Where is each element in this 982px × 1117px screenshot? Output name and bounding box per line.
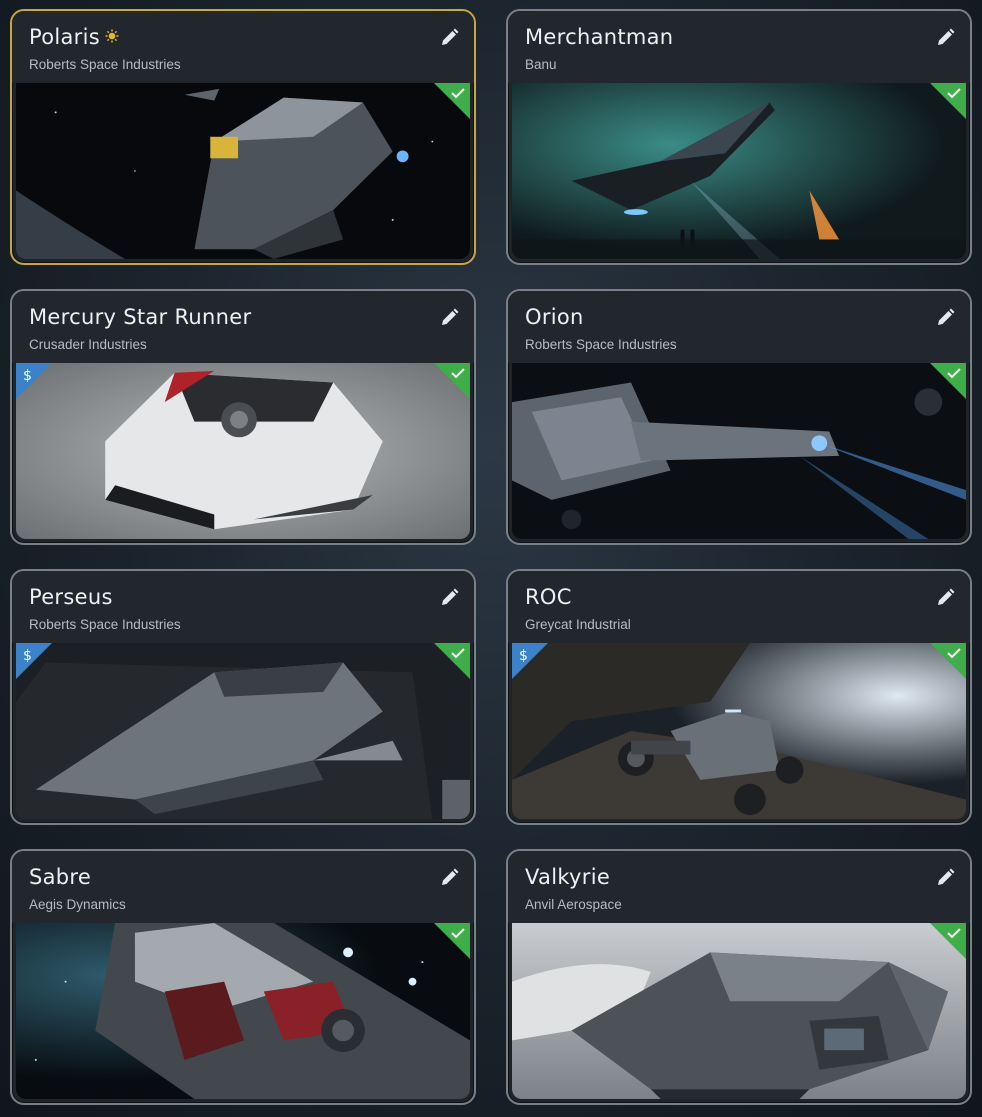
owned-check-badge — [930, 923, 966, 959]
orion-ship-image — [512, 363, 966, 539]
edit-pencil-icon[interactable] — [438, 307, 460, 329]
flagship-star-icon — [105, 29, 119, 43]
card-header: Polaris Roberts Space Industries — [12, 11, 474, 83]
ship-name: Perseus — [29, 585, 113, 609]
ship-card-orion[interactable]: Orion Roberts Space Industries — [506, 289, 972, 545]
edit-pencil-icon[interactable] — [934, 27, 956, 49]
owned-check-badge — [434, 363, 470, 399]
ship-card-valkyrie[interactable]: Valkyrie Anvil Aerospace — [506, 849, 972, 1105]
owned-check-badge — [930, 363, 966, 399]
card-header: Merchantman Banu — [508, 11, 970, 83]
ship-card-roc[interactable]: ROC Greycat Industrial $ — [506, 569, 972, 825]
sabre-ship-image — [16, 923, 470, 1099]
edit-pencil-icon[interactable] — [438, 27, 460, 49]
ship-name: ROC — [525, 585, 572, 609]
svg-text:$: $ — [23, 648, 32, 664]
ship-name: Merchantman — [525, 25, 674, 49]
ship-card-mercury-star-runner[interactable]: Mercury Star Runner Crusader Industries … — [10, 289, 476, 545]
manufacturer-label: Aegis Dynamics — [29, 897, 126, 912]
card-header: Orion Roberts Space Industries — [508, 291, 970, 363]
svg-text:$: $ — [519, 648, 528, 664]
owned-check-badge — [434, 923, 470, 959]
ship-card-merchantman[interactable]: Merchantman Banu — [506, 9, 972, 265]
ship-name: Mercury Star Runner — [29, 305, 252, 329]
ship-grid: Polaris Roberts Space Industries Merchan… — [0, 0, 982, 1117]
card-header: Perseus Roberts Space Industries — [12, 571, 474, 643]
manufacturer-label: Anvil Aerospace — [525, 897, 622, 912]
manufacturer-label: Roberts Space Industries — [29, 57, 181, 72]
card-header: Sabre Aegis Dynamics — [12, 851, 474, 923]
card-header: ROC Greycat Industrial — [508, 571, 970, 643]
pledge-dollar-badge: $ — [16, 363, 52, 399]
roc-ship-image — [512, 643, 966, 819]
ship-name: Orion — [525, 305, 584, 329]
ship-card-polaris[interactable]: Polaris Roberts Space Industries — [10, 9, 476, 265]
manufacturer-label: Roberts Space Industries — [29, 617, 181, 632]
manufacturer-label: Banu — [525, 57, 557, 72]
mercury-star-runner-ship-image — [16, 363, 470, 539]
ship-name: Polaris — [29, 25, 119, 49]
perseus-ship-image — [16, 643, 470, 819]
edit-pencil-icon[interactable] — [934, 867, 956, 889]
card-header: Valkyrie Anvil Aerospace — [508, 851, 970, 923]
ship-name: Sabre — [29, 865, 92, 889]
edit-pencil-icon[interactable] — [934, 307, 956, 329]
merchantman-ship-image — [512, 83, 966, 259]
owned-check-badge — [930, 643, 966, 679]
manufacturer-label: Crusader Industries — [29, 337, 147, 352]
owned-check-badge — [930, 83, 966, 119]
valkyrie-ship-image — [512, 923, 966, 1099]
ship-card-perseus[interactable]: Perseus Roberts Space Industries $ — [10, 569, 476, 825]
ship-name: Valkyrie — [525, 865, 611, 889]
edit-pencil-icon[interactable] — [438, 587, 460, 609]
manufacturer-label: Greycat Industrial — [525, 617, 631, 632]
owned-check-badge — [434, 643, 470, 679]
manufacturer-label: Roberts Space Industries — [525, 337, 677, 352]
card-header: Mercury Star Runner Crusader Industries — [12, 291, 474, 363]
pledge-dollar-badge: $ — [16, 643, 52, 679]
owned-check-badge — [434, 83, 470, 119]
ship-card-sabre[interactable]: Sabre Aegis Dynamics — [10, 849, 476, 1105]
edit-pencil-icon[interactable] — [438, 867, 460, 889]
polaris-ship-image — [16, 83, 470, 259]
svg-text:$: $ — [23, 368, 32, 384]
edit-pencil-icon[interactable] — [934, 587, 956, 609]
pledge-dollar-badge: $ — [512, 643, 548, 679]
